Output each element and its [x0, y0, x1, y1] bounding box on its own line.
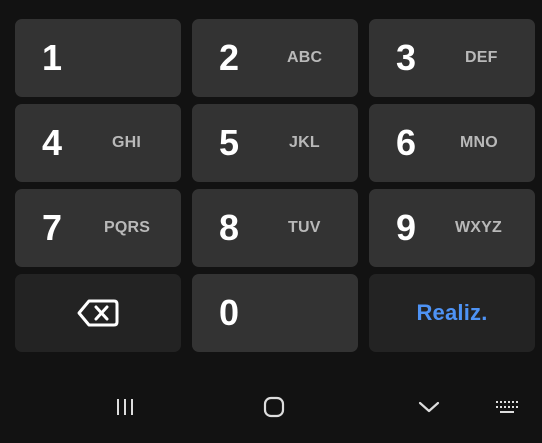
key-letters: TUV: [288, 219, 321, 236]
home-button[interactable]: [234, 370, 314, 443]
key-2[interactable]: 2 ABC: [192, 19, 358, 97]
key-5[interactable]: 5 JKL: [192, 104, 358, 182]
key-letters: MNO: [460, 134, 498, 151]
key-3[interactable]: 3 DEF: [369, 19, 535, 97]
keyboard-icon: [496, 400, 518, 413]
key-4[interactable]: 4 GHI: [15, 104, 181, 182]
recents-icon: [117, 398, 133, 415]
home-icon: [263, 396, 285, 417]
key-digit: 7: [42, 207, 63, 248]
key-digit: 4: [42, 122, 63, 163]
done-label: Realiz.: [416, 300, 488, 325]
key-digit: 0: [219, 292, 240, 333]
back-button[interactable]: [389, 370, 469, 443]
key-letters: PQRS: [104, 219, 151, 236]
key-6[interactable]: 6 MNO: [369, 104, 535, 182]
key-0[interactable]: 0: [192, 274, 358, 352]
key-digit: 1: [42, 37, 63, 78]
key-1[interactable]: 1: [15, 19, 181, 97]
done-button[interactable]: Realiz.: [369, 274, 535, 352]
recents-button[interactable]: [85, 370, 165, 443]
key-8[interactable]: 8 TUV: [192, 189, 358, 267]
chevron-down-icon: [418, 401, 440, 412]
key-9[interactable]: 9 WXYZ: [369, 189, 535, 267]
backspace-button[interactable]: [15, 274, 181, 352]
key-digit: 9: [396, 207, 417, 248]
key-letters: JKL: [289, 134, 320, 151]
key-digit: 6: [396, 122, 417, 163]
key-digit: 8: [219, 207, 240, 248]
key-digit: 5: [219, 122, 240, 163]
key-letters: DEF: [465, 49, 498, 66]
key-letters: GHI: [112, 134, 142, 151]
key-letters: WXYZ: [455, 219, 503, 236]
key-digit: 3: [396, 37, 417, 78]
navigation-bar: [0, 370, 542, 443]
key-digit: 2: [219, 37, 240, 78]
numeric-keypad: 1 2 ABC 3 DEF 4 GHI 5 JKL 6 MNO 7 PQRS 8…: [0, 0, 542, 443]
keyboard-switch-button[interactable]: [474, 370, 540, 443]
key-letters: ABC: [287, 49, 323, 66]
backspace-icon: [77, 299, 119, 327]
key-7[interactable]: 7 PQRS: [15, 189, 181, 267]
